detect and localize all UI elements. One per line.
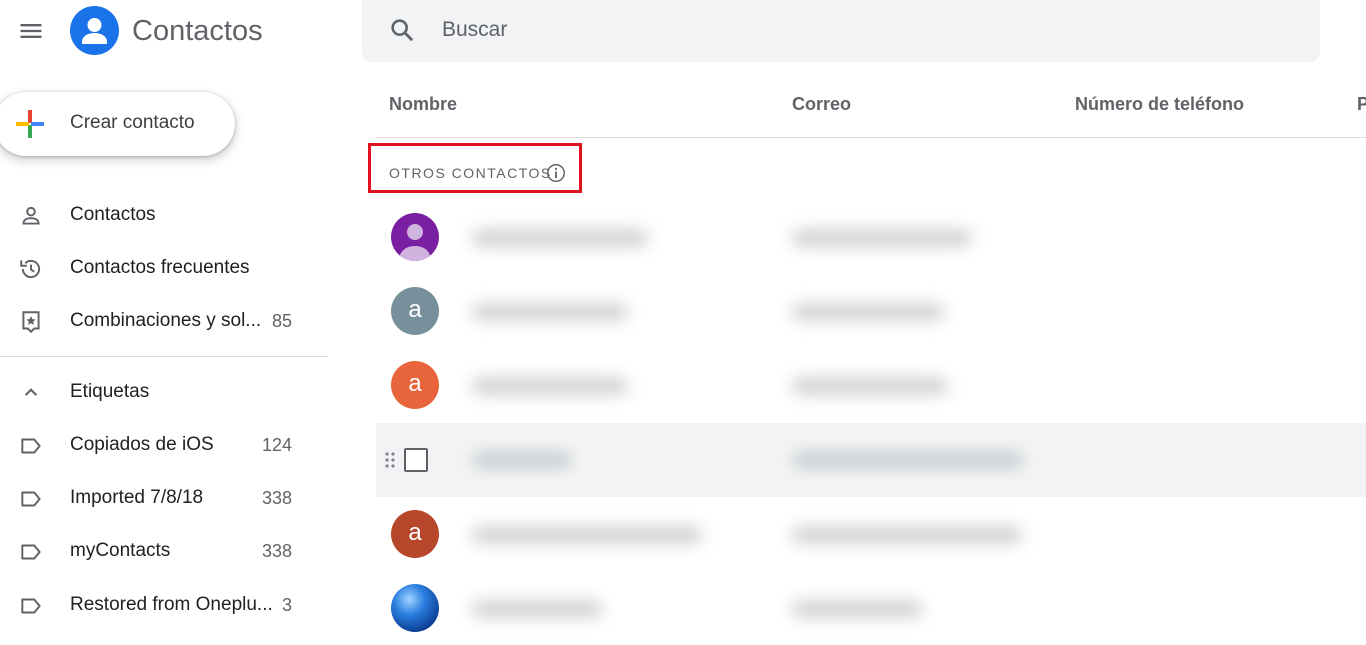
create-contact-button[interactable]: Crear contacto [0,92,235,156]
avatar [391,213,439,261]
column-header-name[interactable]: Nombre [389,94,457,115]
sidebar-item-label: Copiados de iOS [70,434,214,455]
drag-handle-icon[interactable] [384,450,396,470]
table-header-divider [376,137,1366,138]
sidebar-item-count: 124 [261,435,292,455]
sidebar-item-count: 3 [281,595,292,615]
label-icon [21,438,41,454]
person-icon [22,206,40,225]
label-icon [21,598,41,614]
hamburger-menu-icon [20,24,42,38]
label-icon [21,491,41,507]
sidebar-item-label: Imported 7/8/18 [70,487,204,508]
other-contacts-section-header: OTROS CONTACTOS [368,143,582,193]
google-plus-icon [16,110,44,138]
sidebar-item-count: 338 [261,488,292,508]
merge-suggestions-icon [22,311,40,334]
sidebar-item-label: Combinaciones y sol... [70,310,262,331]
column-header-phone[interactable]: Número de teléfono [1075,94,1244,115]
row-select-checkbox[interactable] [404,448,428,472]
history-icon [20,259,41,279]
sidebar-label-mycontacts[interactable]: myContacts 338 [0,526,320,576]
column-header-email[interactable]: Correo [792,94,851,115]
sidebar-item-count: 85 [271,311,292,331]
sidebar-item-label: Contactos [70,204,156,225]
sidebar-item-merge[interactable]: Combinaciones y sol... 85 [0,296,320,346]
avatar-photo [391,584,439,632]
sidebar-label-copiados-ios[interactable]: Copiados de iOS 124 [0,420,320,470]
privacy-blur-overlay [458,200,1042,633]
avatar: a [391,287,439,335]
main-menu-button[interactable] [14,14,48,48]
info-icon[interactable] [545,162,567,184]
avatar: a [391,361,439,409]
sidebar-item-label: myContacts [70,540,171,561]
sidebar-item-frequent[interactable]: Contactos frecuentes [0,243,320,293]
sidebar-label-imported[interactable]: Imported 7/8/18 338 [0,473,320,523]
search-input[interactable] [442,14,1242,46]
sidebar-divider [0,356,328,357]
app-title[interactable]: Contactos [132,12,263,50]
sidebar-label-restored[interactable]: Restored from Oneplu... 3 [0,580,320,630]
column-header-truncated[interactable]: P [1357,94,1366,115]
create-contact-label: Crear contacto [70,112,195,133]
labels-section-toggle[interactable]: Etiquetas [0,367,320,417]
sidebar-item-label: Contactos frecuentes [70,257,250,278]
chevron-up-icon [24,388,38,396]
section-title: OTROS CONTACTOS [389,165,552,181]
label-icon [21,544,41,560]
search-icon[interactable] [388,16,416,44]
person-account-icon [70,6,119,55]
sidebar-item-label: Restored from Oneplu... [70,594,273,615]
sidebar-item-contactos[interactable]: Contactos [0,190,320,240]
person-avatar-icon [399,224,431,261]
labels-section-title: Etiquetas [70,381,150,402]
avatar: a [391,510,439,558]
sidebar-item-count: 338 [261,541,292,561]
